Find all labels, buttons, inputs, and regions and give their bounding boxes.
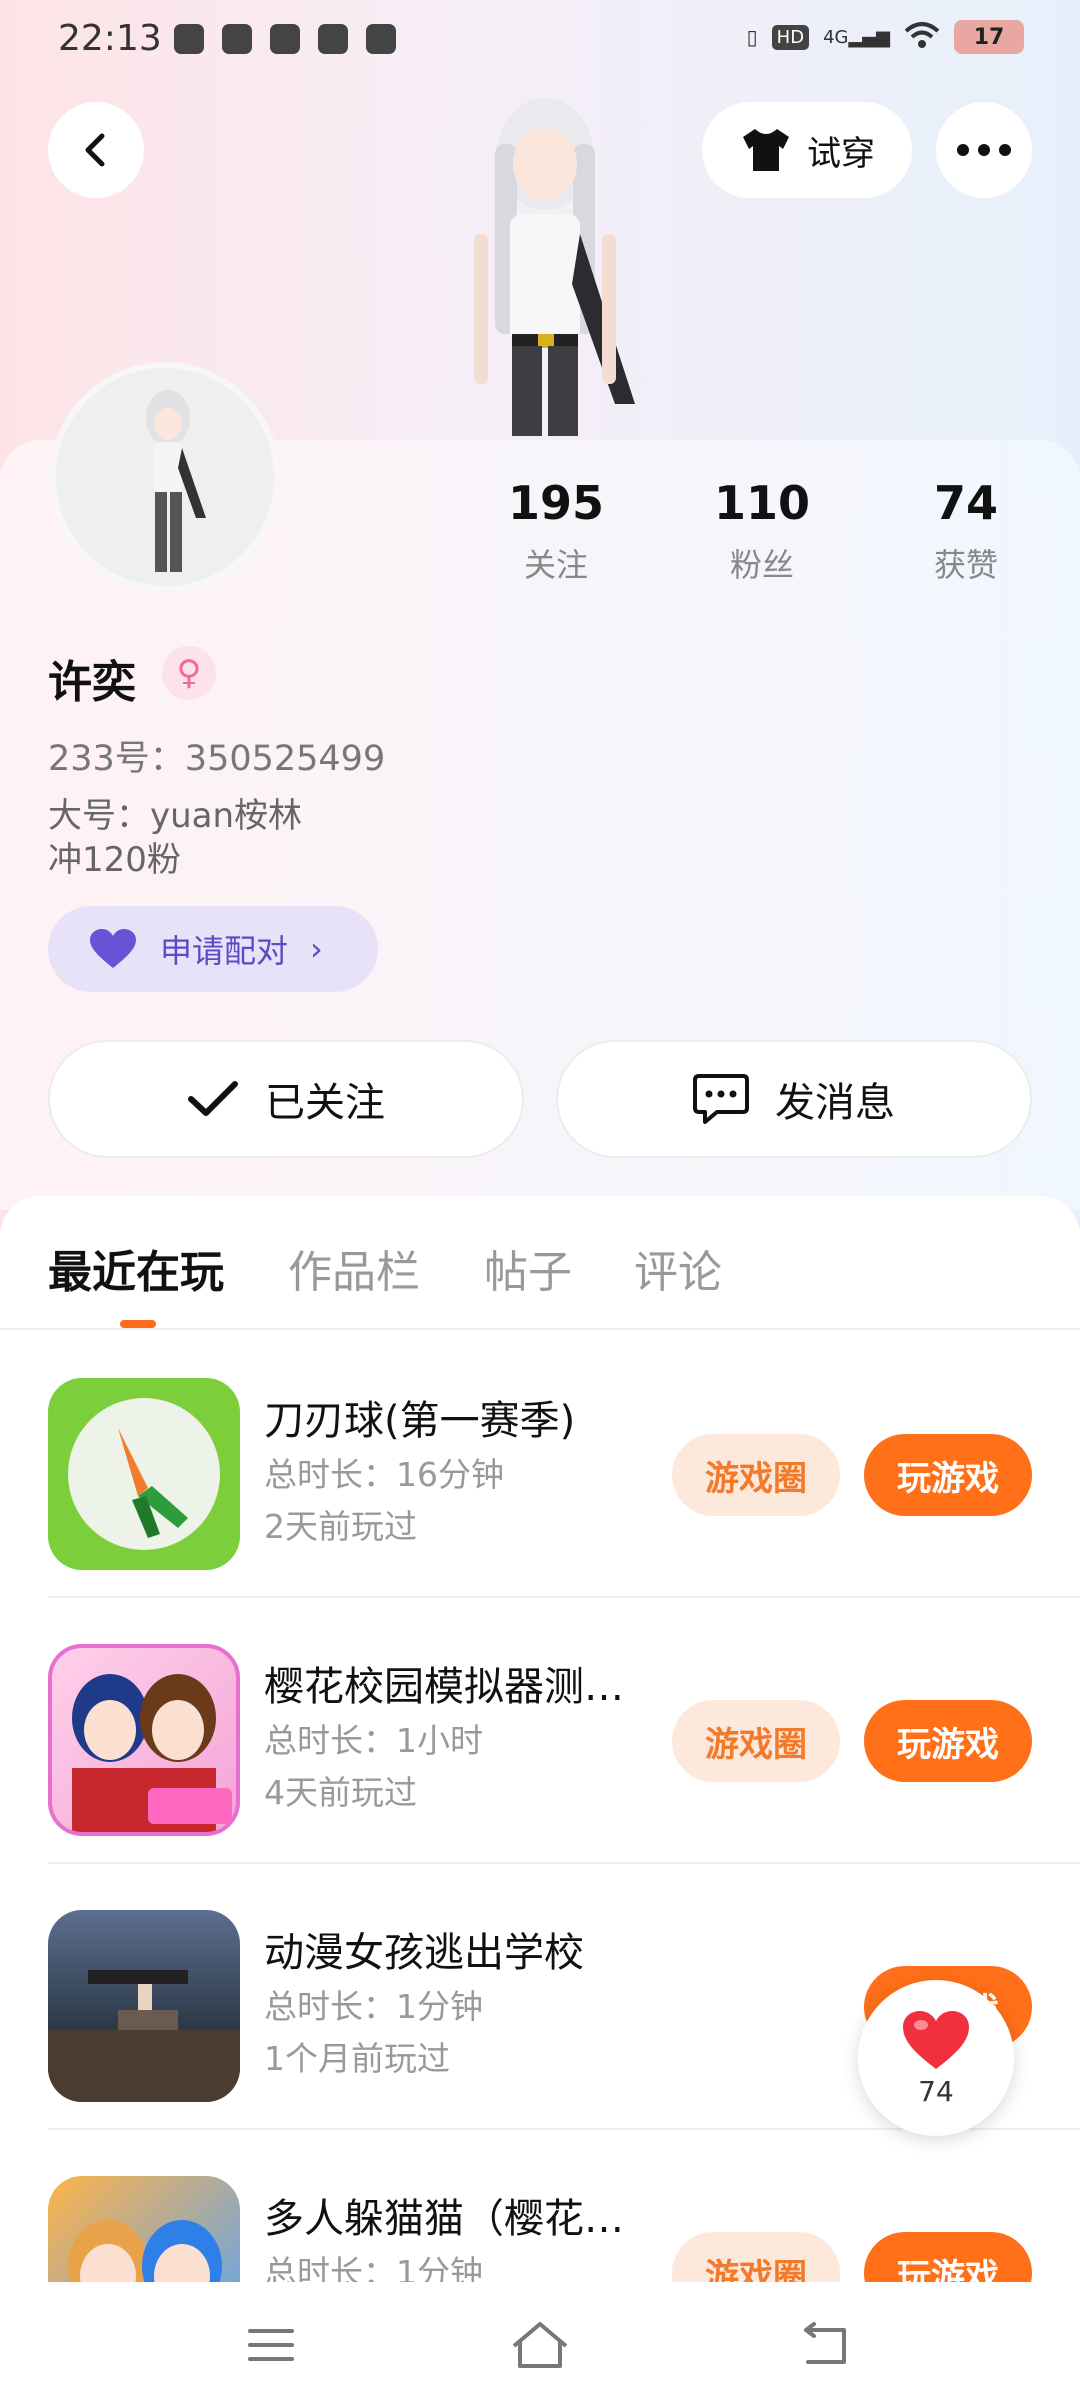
- user-name: 许奕: [48, 657, 136, 708]
- game-circle-button[interactable]: 游戏圈: [672, 1434, 840, 1516]
- game-duration: 总时长：16分钟: [264, 1455, 504, 1494]
- status-bar: 22:13 ▯ HD 4G▂▄▆ 17: [0, 0, 1080, 84]
- stat-followers[interactable]: 110 粉丝: [682, 476, 842, 586]
- check-icon: [188, 1081, 238, 1116]
- pair-request-button[interactable]: 申请配对 ›: [48, 906, 378, 992]
- list-item[interactable]: 樱花校园模拟器测… 总时长：1小时 4天前玩过 游戏圈 玩游戏: [0, 1598, 1080, 1864]
- wechat-icon: [174, 24, 204, 54]
- game-last-played: 4天前玩过: [264, 1773, 417, 1812]
- tshirt-icon: [743, 129, 789, 171]
- chat-bubble-icon: [693, 1074, 749, 1124]
- try-on-label: 试穿: [807, 133, 875, 174]
- message-icon: [318, 24, 348, 54]
- game-title: 刀刃球(第一赛季): [264, 1398, 576, 1444]
- status-time: 22:13: [58, 18, 162, 59]
- stat-following[interactable]: 195 关注: [476, 476, 636, 586]
- game-icon-blade-ball: [48, 1378, 240, 1570]
- tab-recently-played[interactable]: 最近在玩: [48, 1236, 224, 1300]
- female-icon: ♀: [162, 646, 216, 700]
- wifi-icon: [904, 21, 940, 54]
- play-game-button[interactable]: 玩游戏: [864, 1434, 1032, 1516]
- signal-icon: 4G▂▄▆: [823, 26, 890, 48]
- stat-likes[interactable]: 74 获赞: [886, 476, 1046, 586]
- game-circle-button[interactable]: 游戏圈: [672, 1700, 840, 1782]
- stat-label: 粉丝: [729, 546, 794, 584]
- tab-works[interactable]: 作品栏: [288, 1236, 420, 1300]
- active-tab-indicator: [120, 1320, 156, 1328]
- play-game-button[interactable]: 玩游戏: [864, 1700, 1032, 1782]
- network-label: 4G: [823, 26, 849, 48]
- bio-line: 大号：yuan桉林: [48, 796, 303, 836]
- system-icons: ▯ HD 4G▂▄▆ 17: [747, 20, 1024, 54]
- game-duration: 总时长：1小时: [264, 1721, 483, 1760]
- battery-icon: 17: [954, 20, 1024, 54]
- menu-icon: [248, 2329, 294, 2361]
- user-bio: 大号：yuan桉林 冲120粉: [48, 794, 302, 882]
- send-message-label: 发消息: [775, 1080, 895, 1126]
- back-arrow-icon: [85, 133, 105, 167]
- user-id[interactable]: 233号：350525499: [48, 730, 385, 781]
- avatar[interactable]: [50, 362, 280, 592]
- play-game-button[interactable]: 玩游戏: [864, 2232, 1032, 2282]
- tab-comments[interactable]: 评论: [634, 1236, 722, 1300]
- heart-icon: [903, 2010, 969, 2069]
- photo-icon: [366, 24, 396, 54]
- chevron-right-icon: ›: [310, 930, 323, 968]
- game-icon-sakura-school: [48, 1644, 240, 1836]
- baidu-icon: [222, 24, 252, 54]
- game-title: 动漫女孩逃出学校: [264, 1930, 584, 1976]
- game-last-played: 1个月前玩过: [264, 2039, 450, 2078]
- game-icon-anime-escape: [48, 1910, 240, 2102]
- back-nav-icon: [804, 2322, 846, 2364]
- home-button[interactable]: [505, 2310, 575, 2380]
- game-title: 多人躲猫猫（樱花…: [264, 2196, 624, 2242]
- system-navigation-bar: [0, 2282, 1080, 2408]
- tab-posts[interactable]: 帖子: [484, 1236, 572, 1300]
- send-message-button[interactable]: 发消息: [556, 1040, 1032, 1158]
- bag-icon: [270, 24, 300, 54]
- tab-divider: [0, 1328, 1080, 1330]
- game-circle-button[interactable]: 游戏圈: [672, 2232, 840, 2282]
- more-dots-icon: [957, 144, 1011, 156]
- heart-icon: [90, 929, 136, 968]
- bio-line: 冲120粉: [48, 840, 181, 880]
- stat-label: 获赞: [933, 546, 998, 584]
- stat-value: 74: [933, 476, 998, 530]
- stat-value: 195: [507, 476, 605, 530]
- try-on-button[interactable]: 试穿: [702, 102, 912, 198]
- back-button[interactable]: [48, 102, 144, 198]
- game-icon-hide-and-seek: [48, 2176, 240, 2282]
- followed-label: 已关注: [265, 1080, 385, 1126]
- list-item[interactable]: 刀刃球(第一赛季) 总时长：16分钟 2天前玩过 游戏圈 玩游戏: [0, 1332, 1080, 1598]
- followed-button[interactable]: 已关注: [48, 1040, 524, 1158]
- stat-value: 110: [713, 476, 811, 530]
- back-nav-button[interactable]: [790, 2310, 860, 2380]
- list-item[interactable]: 多人躲猫猫（樱花… 总时长：1分钟 游戏圈 玩游戏: [0, 2130, 1080, 2282]
- vibrate-icon: ▯: [746, 25, 758, 49]
- notification-icons: [174, 24, 396, 54]
- stat-label: 关注: [523, 546, 588, 584]
- hd-icon: HD: [771, 24, 810, 50]
- home-icon: [512, 2322, 568, 2368]
- menu-button[interactable]: [236, 2310, 306, 2380]
- game-duration: 总时长：1分钟: [264, 2253, 483, 2282]
- game-title: 樱花校园模拟器测…: [264, 1664, 624, 1710]
- game-last-played: 2天前玩过: [264, 1507, 417, 1546]
- like-button[interactable]: 74: [858, 1980, 1014, 2136]
- like-count: 74: [918, 2074, 954, 2108]
- game-duration: 总时长：1分钟: [264, 1987, 483, 2026]
- more-button[interactable]: [936, 102, 1032, 198]
- pair-label: 申请配对: [160, 932, 289, 970]
- avatar-3d-figure[interactable]: [400, 84, 690, 436]
